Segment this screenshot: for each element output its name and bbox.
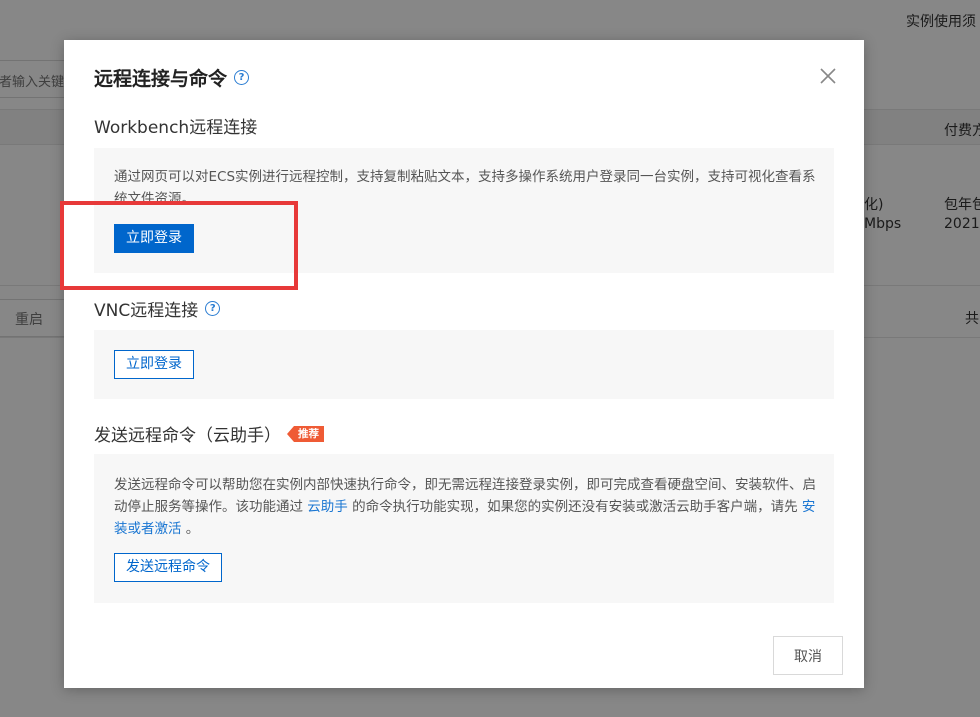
cancel-button[interactable]: 取消 bbox=[773, 636, 843, 675]
vnc-section-title: VNC远程连接 ? bbox=[94, 296, 221, 321]
workbench-title-text: Workbench远程连接 bbox=[94, 118, 258, 138]
workbench-panel: 通过网页可以对ECS实例进行远程控制，支持复制粘贴文本，支持多操作系统用户登录同… bbox=[94, 148, 834, 273]
recommend-badge: 推荐 bbox=[287, 425, 324, 442]
command-section-title: 发送远程命令（云助手） 推荐 bbox=[94, 421, 324, 446]
vnc-login-button[interactable]: 立即登录 bbox=[114, 350, 194, 379]
vnc-panel: 立即登录 bbox=[94, 330, 834, 399]
command-panel: 发送远程命令可以帮助您在实例内部快速执行命令，即无需远程连接登录实例，即可完成查… bbox=[94, 454, 834, 603]
command-desc-text: 的命令执行功能实现，如果您的实例还没有安装或激活云助手客户端，请先 bbox=[347, 499, 802, 515]
command-desc-text: 。 bbox=[181, 521, 200, 537]
dialog-title-text: 远程连接与命令 bbox=[94, 68, 228, 90]
dialog-title: 远程连接与命令 ? bbox=[94, 64, 250, 91]
workbench-section-title: Workbench远程连接 bbox=[94, 113, 257, 138]
cloud-assistant-link[interactable]: 云助手 bbox=[307, 499, 348, 515]
remote-connect-dialog: 远程连接与命令 ? Workbench远程连接 通过网页可以对ECS实例进行远程… bbox=[64, 40, 864, 688]
workbench-description: 通过网页可以对ECS实例进行远程控制，支持复制粘贴文本，支持多操作系统用户登录同… bbox=[114, 169, 816, 207]
vnc-help-icon[interactable]: ? bbox=[205, 301, 221, 316]
help-icon[interactable]: ? bbox=[234, 70, 250, 85]
close-icon[interactable] bbox=[818, 66, 838, 86]
command-title-text: 发送远程命令（云助手） bbox=[94, 426, 281, 446]
send-command-button[interactable]: 发送远程命令 bbox=[114, 553, 222, 582]
vnc-title-text: VNC远程连接 bbox=[94, 301, 199, 321]
workbench-login-button[interactable]: 立即登录 bbox=[114, 224, 194, 253]
command-description: 发送远程命令可以帮助您在实例内部快速执行命令，即无需远程连接登录实例，即可完成查… bbox=[114, 474, 818, 540]
